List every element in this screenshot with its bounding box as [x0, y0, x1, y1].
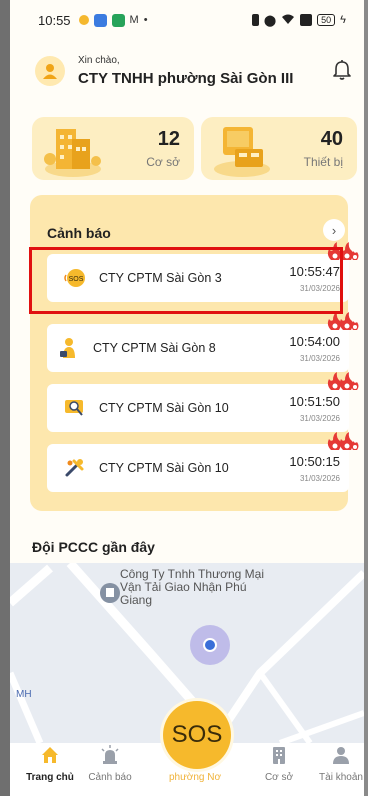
- map-poi-label: Công Ty Tnhh Thương Mại Vận Tải Giao Nhậ…: [120, 567, 264, 607]
- siren-icon: [101, 745, 119, 764]
- map-edge-label: MH: [16, 689, 32, 700]
- nav-account-label: Tài khoản: [319, 772, 363, 783]
- home-icon: [42, 747, 58, 763]
- selected-alert-highlight: [29, 247, 343, 314]
- alert-item[interactable]: CTY CPTM Sài Gòn 10 10:51:50 31/03/2026: [47, 372, 359, 432]
- alerts-panel: Cảnh báo › SOS CTY CPTM Sài Gòn 3 10:55:…: [30, 195, 359, 511]
- window-frame-right: [364, 0, 368, 796]
- alert-time: 10:50:15: [289, 454, 340, 469]
- app-screen: 10:55 M • ⬤ 50 ϟ Xin chào, CTY TNHH phườ…: [10, 0, 364, 796]
- app-notification-icon: [111, 13, 125, 27]
- alerts-title: Cảnh báo: [47, 225, 111, 241]
- alert-date: 31/03/2026: [299, 414, 340, 423]
- facilities-count: 12: [157, 128, 180, 150]
- battery-icon: 50: [317, 14, 336, 26]
- nearby-title: Đội PCCC gần đây: [32, 539, 155, 555]
- user-icon: [333, 747, 349, 764]
- nav-alerts-label: Cảnh báo: [88, 772, 132, 783]
- window-frame-left: [0, 0, 10, 796]
- greeting-header: Xin chào, CTY TNHH phường Sài Gòn III: [10, 40, 364, 100]
- nav-alerts[interactable]: Cảnh báo: [80, 743, 140, 796]
- mail-icon: M: [129, 14, 139, 26]
- alert-company-name: CTY CPTM Sài Gòn 10: [99, 461, 229, 475]
- nav-account[interactable]: Tài khoản: [311, 743, 364, 796]
- device-illustration-icon: [214, 127, 270, 177]
- fire-icon: [327, 372, 359, 390]
- alert-time: 10:51:50: [289, 394, 340, 409]
- notification-icons: M •: [78, 13, 148, 27]
- nav-facilities-label: Cơ sở: [264, 772, 294, 783]
- status-bar: 10:55 M • ⬤ 50 ϟ: [10, 0, 364, 40]
- greeting-text: Xin chào,: [78, 55, 120, 66]
- building-icon: [273, 747, 285, 764]
- chevron-right-icon[interactable]: ›: [323, 219, 345, 241]
- alert-time: 10:54:00: [289, 334, 340, 349]
- facilities-card[interactable]: 12 Cơ sở: [32, 117, 194, 180]
- dot-icon: •: [143, 14, 148, 26]
- vibrate-icon: [251, 14, 259, 26]
- nav-home-label: Trang chủ: [26, 772, 74, 783]
- sim-icon: [300, 14, 313, 26]
- alert-item[interactable]: CTY CPTM Sài Gòn 10 10:50:15 31/03/2026: [47, 432, 359, 492]
- tools-icon: [65, 459, 84, 477]
- facilities-label: Cơ sở: [146, 155, 180, 169]
- fire-icon: [327, 432, 359, 450]
- app-notification-icon: [93, 13, 107, 27]
- fire-icon: [327, 312, 359, 330]
- alert-company-name: CTY CPTM Sài Gòn 10: [99, 401, 229, 415]
- sos-button[interactable]: SOS: [163, 701, 231, 769]
- status-time: 10:55: [38, 12, 71, 28]
- avatar[interactable]: [35, 56, 65, 86]
- nav-home[interactable]: Trang chủ: [20, 743, 80, 796]
- sos-sub-label: phường Nơ: [168, 772, 222, 783]
- devices-card[interactable]: 40 Thiết bị: [201, 117, 357, 180]
- devices-label: Thiết bị: [303, 155, 343, 169]
- charging-icon: ϟ: [340, 14, 346, 26]
- alert-item[interactable]: CTY CPTM Sài Gòn 8 10:54:00 31/03/2026: [47, 312, 359, 372]
- devices-count: 40: [320, 128, 343, 150]
- person-alert-icon: [60, 338, 75, 358]
- nav-facilities[interactable]: Cơ sở: [249, 743, 309, 796]
- alert-company-name: CTY CPTM Sài Gòn 8: [93, 341, 216, 355]
- location-icon: ⬤: [263, 14, 277, 27]
- notification-bell-icon[interactable]: [332, 59, 352, 81]
- alert-date: 31/03/2026: [299, 354, 340, 363]
- system-icons: ⬤ 50 ϟ: [251, 13, 346, 28]
- company-name: CTY TNHH phường Sài Gòn III: [78, 70, 294, 87]
- search-alert-icon: [65, 400, 83, 416]
- building-illustration-icon: [44, 129, 101, 177]
- alert-date: 31/03/2026: [299, 474, 340, 483]
- wifi-icon: [281, 13, 295, 28]
- app-notification-icon: [78, 15, 89, 25]
- user-avatar-icon: [43, 64, 57, 79]
